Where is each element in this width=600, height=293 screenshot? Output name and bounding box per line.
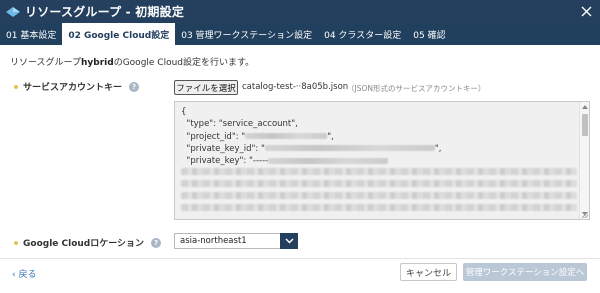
- required-dot-icon: [14, 84, 18, 89]
- json-line-end: ",: [327, 131, 334, 142]
- dialog-title: リソースグループ - 初期設定: [25, 5, 185, 19]
- choose-file-button[interactable]: ファイルを選択: [174, 80, 238, 95]
- tab-google-cloud-settings[interactable]: 02 Google Cloud設定: [62, 23, 176, 45]
- json-line: "private_key_id": ": [181, 143, 265, 154]
- tab-confirm[interactable]: 05 確認: [407, 23, 451, 45]
- tab-cluster-settings[interactable]: 04 クラスター設定: [318, 23, 407, 45]
- redacted-value: [245, 133, 328, 140]
- selected-file-name: catalog-test-··8a05b.json: [242, 82, 349, 92]
- service-account-label: サービスアカウントキー ?: [14, 80, 140, 93]
- back-link[interactable]: ‹ 戻る: [12, 267, 36, 280]
- location-select[interactable]: asia-northeast1: [174, 233, 298, 249]
- json-line-end: ",: [434, 143, 442, 154]
- redacted-line: [181, 192, 577, 199]
- redacted-value: [264, 145, 435, 152]
- location-label: Google Cloudロケーション ?: [14, 236, 162, 249]
- help-icon[interactable]: ?: [151, 237, 162, 248]
- service-account-json-textarea[interactable]: { "type": "service_account", "project_id…: [174, 101, 590, 220]
- redacted-line: [181, 168, 577, 175]
- json-content: { "type": "service_account", "project_id…: [181, 106, 442, 167]
- redacted-line: [181, 180, 577, 187]
- location-label-text: Google Cloudロケーション: [23, 239, 145, 249]
- resize-grip-icon[interactable]: [582, 212, 588, 218]
- json-line: "private_key": "-----: [181, 156, 269, 167]
- cancel-button[interactable]: キャンセル: [400, 263, 457, 281]
- resource-group-name: hybrid: [81, 58, 114, 68]
- setup-dialog: リソースグループ - 初期設定 01 基本設定 02 Google Cloud設…: [0, 0, 600, 293]
- json-scrollbar[interactable]: [579, 102, 589, 219]
- required-dot-icon: [14, 240, 18, 245]
- redacted-value: [268, 157, 389, 164]
- next-button[interactable]: 管理ワークステーション設定へ: [463, 263, 587, 281]
- json-line: "type": "service_account",: [181, 119, 298, 130]
- tab-basic-settings[interactable]: 01 基本設定: [0, 23, 62, 45]
- scroll-thumb[interactable]: [582, 114, 588, 136]
- scroll-up-arrow-icon[interactable]: [582, 105, 588, 109]
- tab-bar: 01 基本設定 02 Google Cloud設定 03 管理ワークステーション…: [0, 23, 600, 45]
- intro-suffix: のGoogle Cloud設定を行います。: [113, 58, 255, 68]
- back-label: 戻る: [18, 270, 37, 280]
- chevron-down-icon[interactable]: [280, 233, 298, 249]
- json-line: {: [181, 107, 187, 117]
- help-icon[interactable]: ?: [129, 81, 140, 92]
- close-icon[interactable]: [577, 2, 596, 21]
- intro-text: リソースグループhybridのGoogle Cloud設定を行います。: [10, 55, 254, 68]
- footer-divider: [0, 258, 600, 259]
- redacted-line: [181, 204, 577, 211]
- service-account-label-text: サービスアカウントキー: [23, 83, 123, 93]
- intro-prefix: リソースグループ: [10, 58, 82, 68]
- file-format-hint: （JSON形式のサービスアカウントキー）: [347, 84, 486, 93]
- title-bar: リソースグループ - 初期設定: [0, 0, 600, 23]
- tab-workstation-settings[interactable]: 03 管理ワークステーション設定: [175, 23, 318, 45]
- app-logo-icon: [6, 6, 20, 17]
- json-line: "project_id": ": [181, 131, 246, 142]
- location-selected-value: asia-northeast1: [180, 236, 247, 246]
